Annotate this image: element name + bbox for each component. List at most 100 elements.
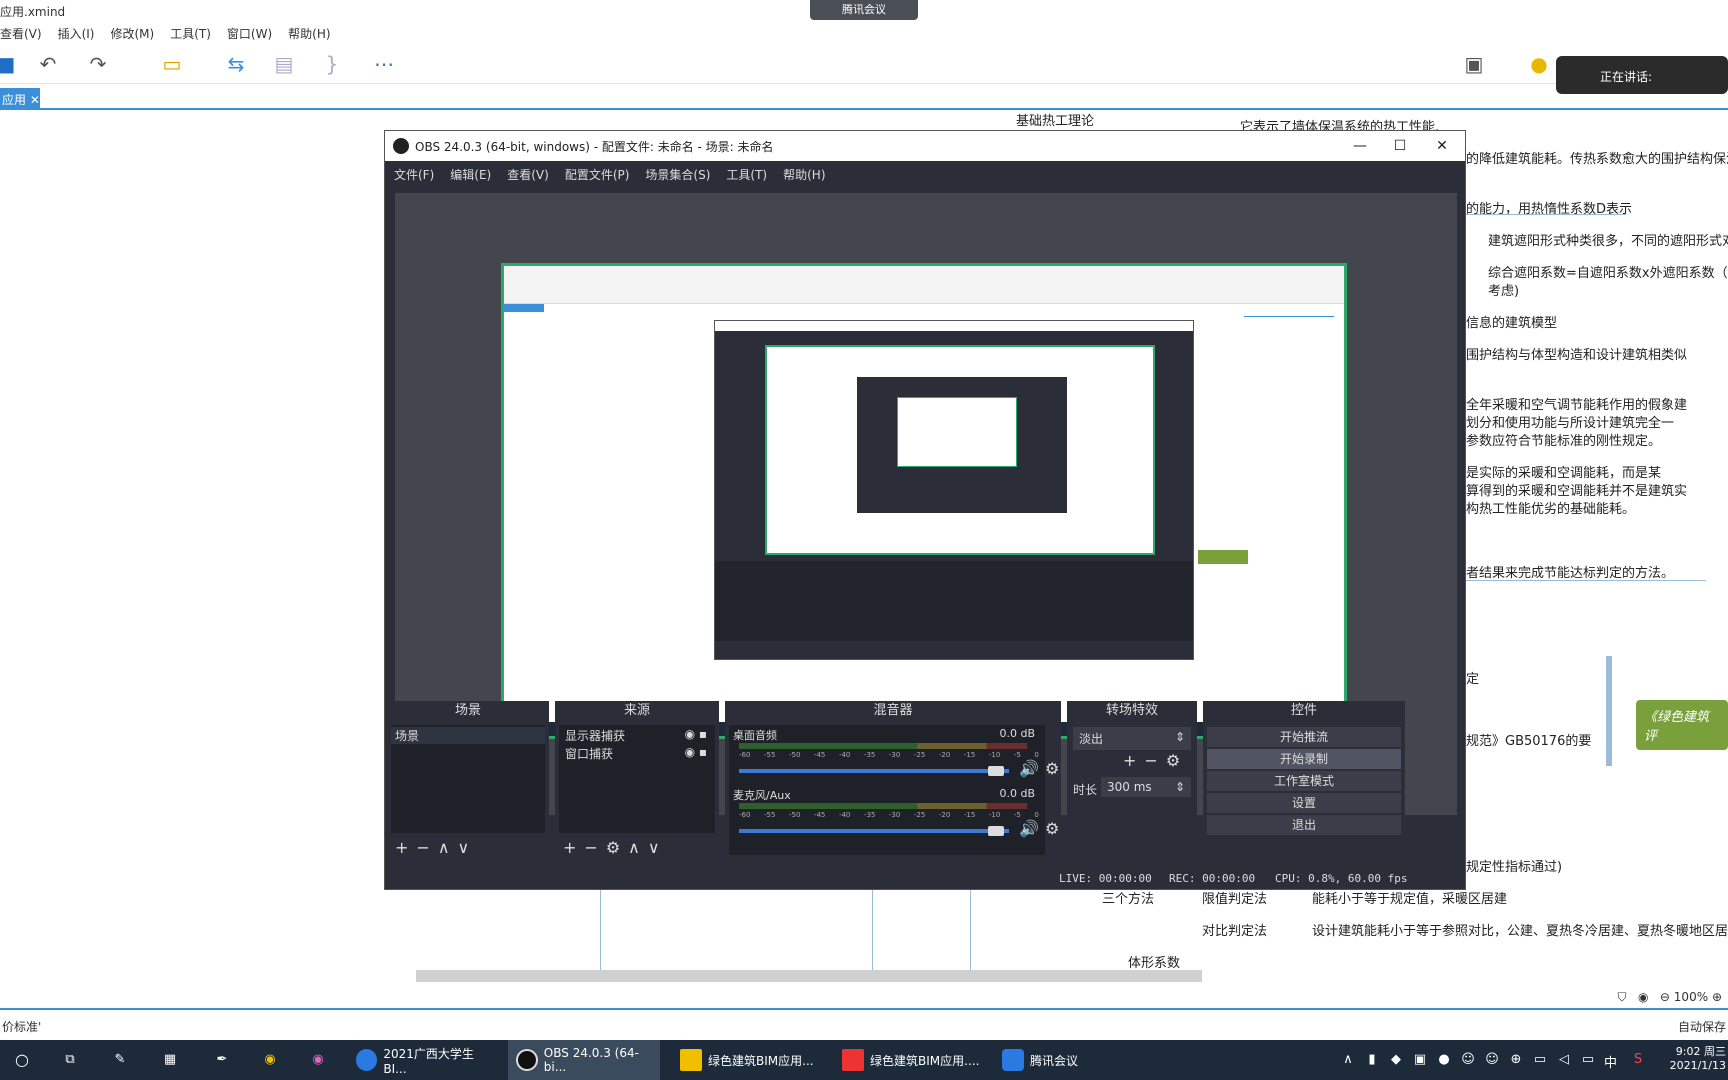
summary-icon[interactable]: } (320, 52, 344, 76)
speaker-icon[interactable]: 🔊 (1019, 759, 1039, 778)
sources-list[interactable]: 显示器捕获 窗口捕获 ◉ ▪ ◉ ▪ (559, 725, 715, 833)
calculator-icon[interactable]: ▦ (162, 1052, 178, 1068)
start-streaming-button[interactable]: 开始推流 (1207, 727, 1401, 747)
close-icon[interactable]: ✕ (30, 93, 40, 107)
task-view-icon[interactable]: ⧉ (62, 1052, 78, 1068)
move-down-icon[interactable]: ∨ (458, 838, 478, 857)
taskbar-app-qq-browser[interactable]: 2021广西大学生BI... (352, 1040, 494, 1080)
settings-button[interactable]: 设置 (1207, 793, 1401, 813)
obs-menu-view[interactable]: 查看(V) (507, 166, 549, 185)
studio-mode-button[interactable]: 工作室模式 (1207, 771, 1401, 791)
mic-aux-volume-slider[interactable] (739, 829, 1009, 833)
chrome-icon[interactable]: ◉ (262, 1052, 278, 1068)
remove-icon[interactable]: − (1144, 751, 1165, 770)
move-up-icon[interactable]: ∧ (628, 838, 648, 857)
stepper-icon[interactable]: ⇕ (1175, 780, 1185, 794)
plus-icon[interactable]: ⊕ (1508, 1052, 1524, 1068)
obs-menu-tools[interactable]: 工具(T) (726, 166, 767, 185)
presentation-icon[interactable]: ▣ (1462, 52, 1486, 76)
mind-node[interactable]: 能耗小于等于规定值，采暖区居建 (1312, 888, 1507, 907)
zoom-control[interactable]: ⛉ ◉ ⊖ 100% ⊕ (1618, 990, 1723, 1005)
xmind-menu-modify[interactable]: 修改(M) (110, 25, 154, 44)
start-recording-button[interactable]: 开始录制 (1207, 749, 1401, 769)
horizontal-scrollbar[interactable] (416, 970, 1202, 982)
remove-icon[interactable]: − (584, 838, 605, 857)
gear-icon[interactable]: ⚙ (1045, 759, 1059, 778)
mind-node[interactable]: 信息的建筑模型 (1466, 312, 1557, 331)
obs-window[interactable]: OBS 24.0.3 (64-bit, windows) - 配置文件: 未命名… (384, 130, 1466, 890)
obs-menu-help[interactable]: 帮助(H) (783, 166, 825, 185)
save-icon[interactable]: ■ (0, 52, 18, 76)
chevron-up-icon[interactable]: ∧ (1340, 1052, 1356, 1068)
autosave-label[interactable]: 自动保存 (1678, 1018, 1726, 1035)
qq-icon[interactable]: ☺ (1460, 1052, 1476, 1068)
remove-icon[interactable]: − (416, 838, 437, 857)
mind-node[interactable]: 参数应符合节能标准的刚性规定。 (1466, 430, 1661, 449)
mind-node[interactable]: 考虑) (1488, 280, 1519, 299)
mind-node[interactable]: 是实际的采暖和空调能耗，而是某 (1466, 462, 1661, 481)
sogou-icon[interactable]: S (1630, 1052, 1646, 1068)
boundary-icon[interactable]: ▤ (272, 52, 296, 76)
relationship-icon[interactable]: ⇆ (224, 52, 248, 76)
move-up-icon[interactable]: ∧ (438, 838, 458, 857)
search-icon[interactable]: ○ (14, 1052, 30, 1068)
minimize-icon[interactable]: — (1345, 135, 1375, 157)
mind-node[interactable]: 围护结构与体型构造和设计建筑相类似 (1466, 344, 1687, 363)
visibility-eye-icon[interactable]: ◉ ▪ (685, 745, 707, 759)
mind-node[interactable]: 建筑遮阳形式种类很多，不同的遮阳形式对 (1488, 230, 1728, 249)
shield-icon[interactable]: ◆ (1388, 1052, 1404, 1068)
ime-indicator[interactable]: 中 (1604, 1052, 1617, 1071)
eye-icon[interactable]: ◉ (1638, 990, 1648, 1004)
wechat-icon[interactable]: ● (1436, 1052, 1452, 1068)
mind-node[interactable]: 规范》GB50176的要 (1466, 730, 1591, 749)
duration-input[interactable]: 300 ms ⇕ (1101, 777, 1191, 797)
mind-node[interactable]: 规定性指标通过) (1466, 856, 1562, 875)
qq-icon[interactable]: ☺ (1484, 1052, 1500, 1068)
desktop-audio-volume-knob[interactable] (987, 766, 1004, 776)
mind-node[interactable]: 三个方法 (1102, 888, 1154, 907)
redo-icon[interactable]: ↷ (86, 52, 110, 76)
mic-aux-volume-knob[interactable] (987, 826, 1004, 836)
zoom-out-icon[interactable]: ⊖ (1660, 990, 1670, 1004)
gear-icon[interactable]: ⚙ (1166, 751, 1188, 770)
tencent-meeting-floating-bar[interactable]: 腾讯会议 (810, 0, 918, 20)
mind-node[interactable]: 划分和使用功能与所设计建筑完全一 (1466, 412, 1674, 431)
volume-icon[interactable]: ◁ (1556, 1052, 1572, 1068)
taskbar-app-obs[interactable]: OBS 24.0.3 (64-bi... (508, 1040, 660, 1080)
zoom-in-icon[interactable]: ⊕ (1712, 990, 1722, 1004)
message-icon[interactable]: ▭ (1580, 1052, 1596, 1068)
paint-icon[interactable]: ✎ (112, 1052, 128, 1068)
mind-node[interactable]: 设计建筑能耗小于等于参照对比，公建、夏热冬冷居建、夏热冬暖地区居 (1312, 920, 1728, 939)
taskbar-app-xmind[interactable]: 绿色建筑BIM应用.... (838, 1040, 988, 1080)
visibility-eye-icon[interactable]: ◉ ▪ (685, 727, 707, 741)
obs-menu-edit[interactable]: 编辑(E) (450, 166, 491, 185)
obs-menu-file[interactable]: 文件(F) (394, 166, 434, 185)
taskbar-app-folder[interactable]: 绿色建筑BIM应用... (676, 1040, 824, 1080)
mind-node[interactable]: 构热工性能优劣的基础能耗。 (1466, 498, 1635, 517)
undo-icon[interactable]: ↶ (36, 52, 60, 76)
desktop-audio-volume-slider[interactable] (739, 769, 1009, 773)
move-down-icon[interactable]: ∨ (648, 838, 668, 857)
mind-node[interactable]: 体形系数 (1128, 952, 1180, 971)
clock[interactable]: 9:02 周三 2021/1/13 (1662, 1043, 1726, 1072)
mic-icon[interactable]: ▮ (1364, 1052, 1380, 1068)
transition-select[interactable]: 淡出 ⇕ (1073, 727, 1191, 750)
xmind-menu-window[interactable]: 窗口(W) (227, 25, 272, 44)
obs-menu-scene-collection[interactable]: 场景集合(S) (645, 166, 710, 185)
mind-node[interactable]: 基础热工理论 (1016, 110, 1094, 129)
scenes-list[interactable]: 场景 (391, 725, 545, 833)
source-item[interactable]: 窗口捕获 (565, 745, 613, 762)
lightbulb-icon[interactable]: ● (1527, 52, 1551, 76)
xmind-menu-view[interactable]: 查看(V) (0, 25, 42, 44)
xmind-menu-tools[interactable]: 工具(T) (170, 25, 211, 44)
screen-icon[interactable]: ▣ (1412, 1052, 1428, 1068)
mind-node[interactable]: 定 (1466, 668, 1479, 687)
add-icon[interactable]: + (395, 838, 416, 857)
green-building-node[interactable]: 《绿色建筑评 (1636, 700, 1728, 750)
obs-title-bar[interactable]: OBS 24.0.3 (64-bit, windows) - 配置文件: 未命名… (385, 131, 1465, 161)
close-icon[interactable]: ✕ (1427, 135, 1457, 157)
gear-icon[interactable]: ⚙ (606, 838, 628, 857)
exit-button[interactable]: 退出 (1207, 815, 1401, 835)
pen-app-icon[interactable]: ✒ (214, 1052, 230, 1068)
topic-icon[interactable]: ▭ (160, 52, 184, 76)
